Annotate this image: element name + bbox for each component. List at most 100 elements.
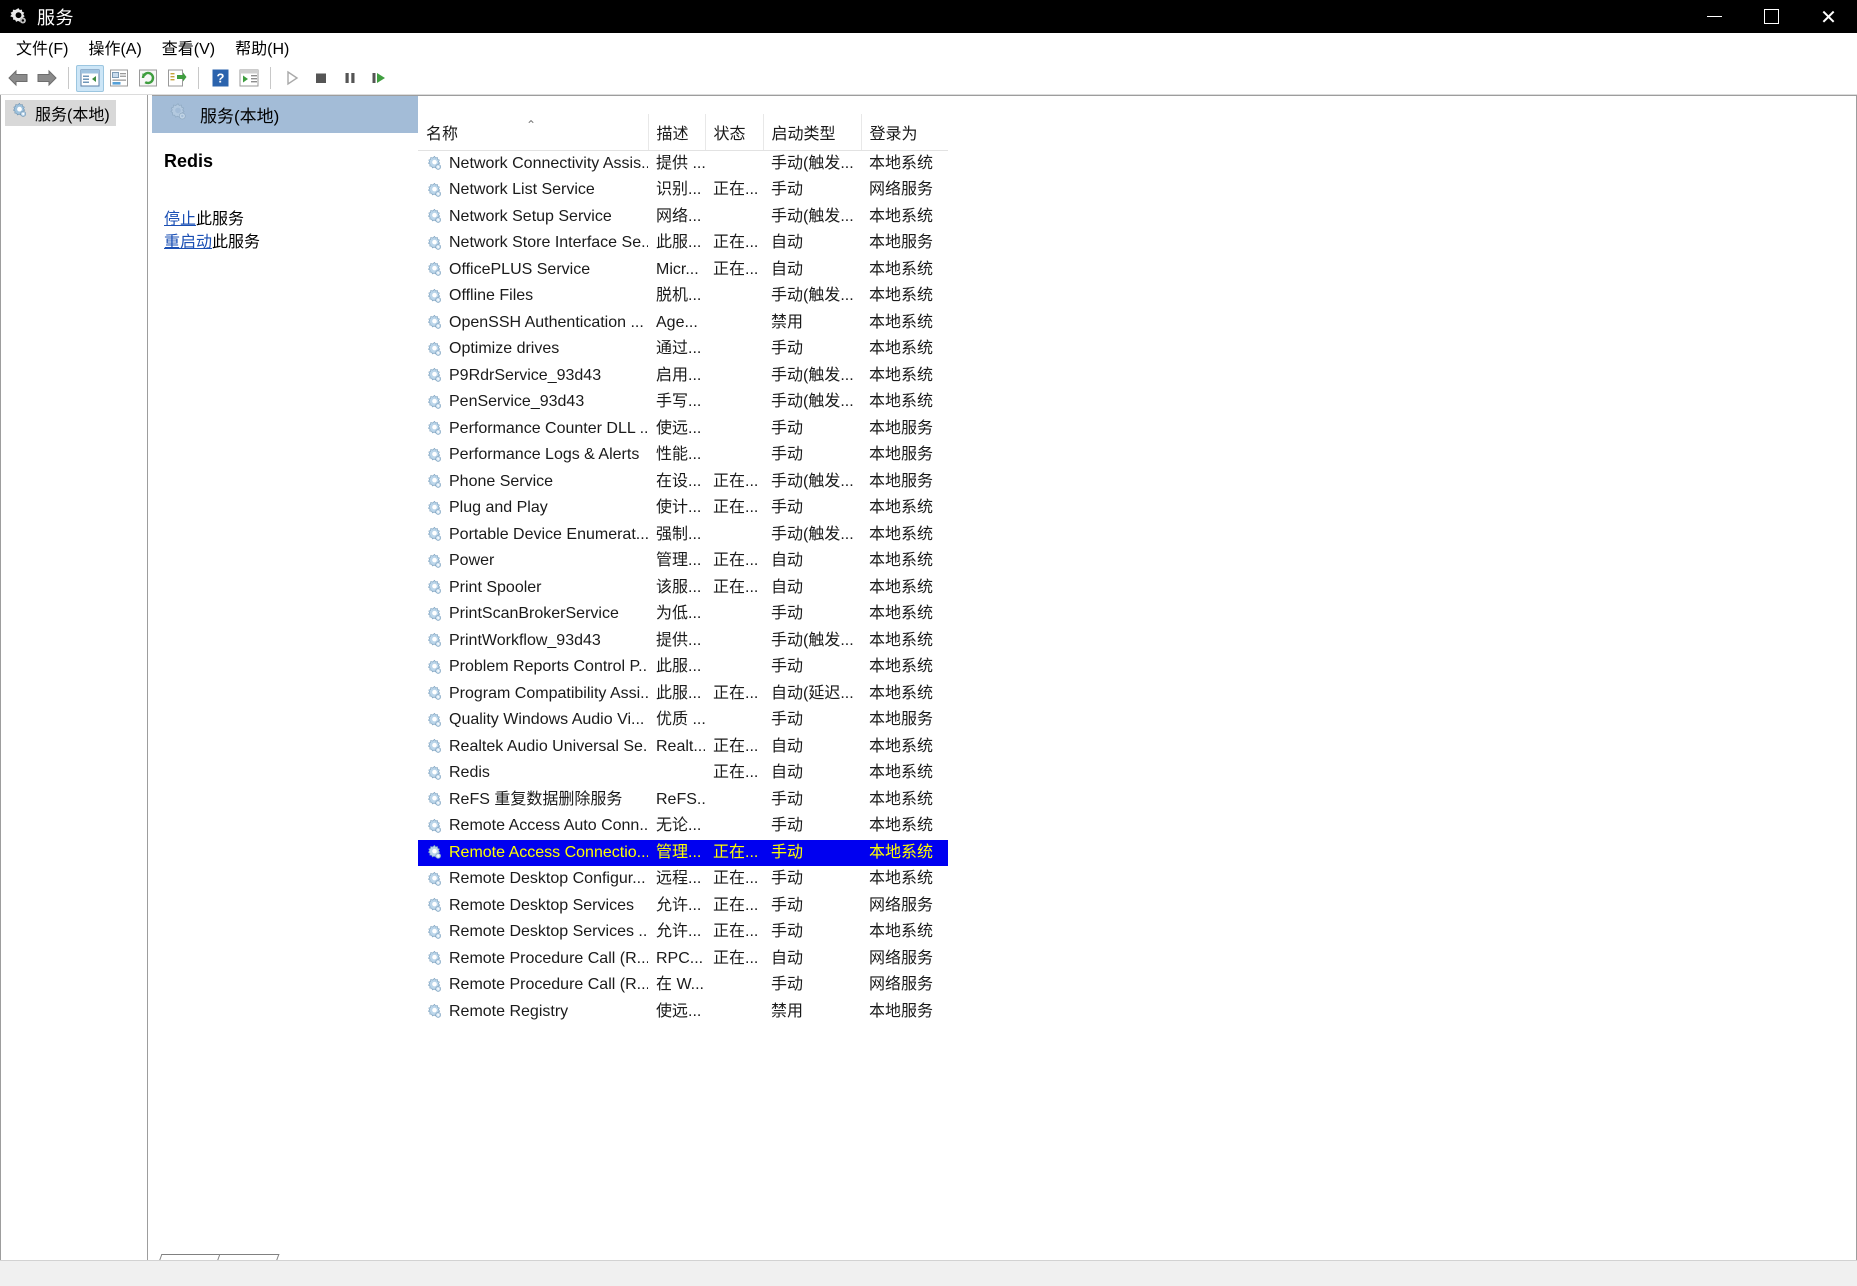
cell-description: 为低...	[656, 605, 702, 622]
cell-status	[705, 601, 763, 628]
sort-ascending-icon: ⌃	[526, 118, 537, 132]
cell-status: 正在...	[713, 234, 759, 251]
table-row[interactable]: Network List Service 识别... 正在... 手动 网络服务	[418, 177, 948, 204]
table-row[interactable]: Remote Procedure Call (R... RPC... 正在... 自动…	[418, 946, 948, 973]
help-button[interactable]: ?	[206, 65, 234, 92]
table-row[interactable]: Phone Service 在设... 正在... 手动(触发... 本地服务	[418, 469, 948, 496]
table-row[interactable]: Problem Reports Control P... 此服... 手动 本地系统	[418, 654, 948, 681]
table-row[interactable]: Performance Counter DLL ... 使远... 手动 本地服务	[418, 416, 948, 443]
table-row[interactable]: PrintScanBrokerService 为低... 手动 本地系统	[418, 601, 948, 628]
table-row[interactable]: Offline Files 脱机... 手动(触发... 本地系统	[418, 283, 948, 310]
menu-help[interactable]: 帮助(H)	[225, 32, 299, 62]
refresh-button[interactable]	[134, 65, 162, 92]
column-name[interactable]: 名称 ⌃	[418, 114, 649, 151]
cell-log-on-as: 本地系统	[869, 870, 934, 887]
export-list-button[interactable]	[163, 65, 191, 92]
cell-log-on-as: 本地系统	[869, 631, 934, 649]
cell-log-on-as: 本地服务	[869, 711, 934, 728]
cell-startup-type: 手动	[771, 896, 804, 914]
column-log-on-as[interactable]: 登录为	[861, 114, 948, 151]
cell-description: Age...	[656, 313, 698, 331]
cell-description: 提供...	[656, 631, 702, 649]
tree-item-services-local[interactable]: 服务(本地)	[5, 100, 116, 126]
cell-startup-type: 禁用	[771, 313, 804, 331]
table-row[interactable]: Remote Registry 使远... 禁用 本地服务	[418, 999, 948, 1026]
service-gear-icon	[427, 527, 441, 541]
column-status[interactable]: 状态	[705, 114, 764, 151]
cell-log-on-as: 本地系统	[861, 839, 948, 866]
table-row[interactable]: Network Setup Service 网络... 手动(触发... 本地系统	[418, 204, 948, 231]
table-row[interactable]: OfficePLUS Service Micr... 正在... 自动 本地系统	[418, 257, 948, 284]
table-row[interactable]: PrintWorkflow_93d43 提供... 手动(触发... 本地系统	[418, 628, 948, 655]
cell-description: 启用...	[656, 366, 702, 384]
properties-button[interactable]	[105, 65, 133, 92]
service-gear-icon	[427, 341, 441, 356]
table-row[interactable]: Print Spooler 该服... 正在... 自动 本地系统	[418, 575, 948, 602]
table-row[interactable]: P9RdrService_93d43 启用... 手动(触发... 本地系统	[418, 363, 948, 390]
restart-service-link[interactable]: 重启动	[164, 234, 212, 251]
cell-log-on-as: 本地系统	[869, 207, 934, 225]
cell-description: 在设...	[656, 472, 702, 490]
column-description[interactable]: 描述	[648, 114, 706, 151]
table-row[interactable]: Quality Windows Audio Vi... 优质 ... 手动 本地服务	[418, 707, 948, 734]
table-row[interactable]: Remote Desktop Configur... 远程... 正在... 手动 本地…	[418, 866, 948, 893]
cell-service-name: P9RdrService_93d43	[418, 363, 648, 390]
table-row[interactable]: Program Compatibility Assi... 此服... 正在... 自…	[418, 681, 948, 708]
show-hide-tree-button[interactable]	[76, 64, 104, 92]
table-row[interactable]: Plug and Play 使计... 正在... 手动 本地系统	[418, 495, 948, 522]
start-service-button[interactable]	[278, 65, 306, 92]
cell-description: 该服...	[656, 578, 702, 596]
close-button[interactable]: ✕	[1800, 0, 1857, 33]
table-row[interactable]: Network Store Interface Se... 此服... 正在... 自…	[418, 230, 948, 257]
cell-status	[705, 336, 763, 363]
cell-description: 此服...	[656, 658, 702, 675]
show-action-pane-button[interactable]	[235, 65, 263, 92]
table-row[interactable]: Realtek Audio Universal Se... Realt... 正在.…	[418, 734, 948, 761]
minimize-button[interactable]	[1686, 0, 1743, 33]
detail-pane-body: Redis 停止此服务 重启动此服务	[152, 133, 418, 1284]
cell-service-name: ReFS 重复数据删除服务	[418, 787, 648, 814]
service-gear-icon	[427, 288, 441, 303]
back-button[interactable]	[4, 65, 32, 92]
column-startup-type[interactable]: 启动类型	[763, 114, 862, 151]
cell-service-name: Redis	[418, 760, 648, 787]
selected-service-title: Redis	[164, 151, 214, 171]
table-row[interactable]: Portable Device Enumerat... 强制... 手动(触发...…	[418, 522, 948, 549]
cell-description: 使远...	[656, 419, 702, 437]
stop-service-button[interactable]	[307, 65, 335, 92]
stop-service-link[interactable]: 停止	[164, 211, 196, 228]
table-row[interactable]: OpenSSH Authentication ... Age... 禁用 本地系统	[418, 310, 948, 337]
maximize-button[interactable]	[1743, 0, 1800, 33]
table-row[interactable]: Performance Logs & Alerts 性能... 手动 本地服务	[418, 442, 948, 469]
cell-service-name: Portable Device Enumerat...	[418, 522, 648, 549]
service-gear-icon	[427, 792, 441, 806]
table-row[interactable]: Remote Procedure Call (R... 在 W... 手动 网络服务	[418, 972, 948, 999]
table-row[interactable]: PenService_93d43 手写... 手动(触发... 本地系统	[418, 389, 948, 416]
cell-startup-type: 手动(触发...	[771, 207, 854, 225]
service-name-label: OpenSSH Authentication ...	[449, 313, 644, 331]
cell-startup-type: 手动	[771, 181, 804, 198]
table-row[interactable]: Network Connectivity Assis... 提供 ... 手动(触发…	[418, 150, 948, 177]
cell-service-name: PrintWorkflow_93d43	[418, 628, 648, 655]
services-list-view[interactable]: 名称 ⌃ 描述 状态 启动类型 登录为 Network Connectivity…	[418, 114, 948, 1242]
menu-action[interactable]: 操作(A)	[78, 32, 151, 62]
table-row[interactable]: Remote Access Auto Conn... 无论... 手动 本地系统	[418, 813, 948, 840]
forward-button[interactable]	[33, 65, 61, 92]
service-name-label: Remote Desktop Services ...	[449, 923, 648, 940]
cell-service-name: Offline Files	[418, 283, 648, 310]
table-row[interactable]: Remote Desktop Services 允许... 正在... 手动 网络服务	[418, 893, 948, 920]
restart-service-button[interactable]	[365, 65, 393, 92]
cell-startup-type: 自动	[771, 234, 804, 251]
menu-file[interactable]: 文件(F)	[6, 32, 78, 62]
service-gear-icon	[427, 845, 441, 859]
pause-service-button[interactable]	[336, 65, 364, 92]
menu-view[interactable]: 查看(V)	[152, 32, 225, 62]
table-row[interactable]: Power 管理... 正在... 自动 本地系统	[418, 548, 948, 575]
table-row[interactable]: Redis 正在... 自动 本地系统	[418, 760, 948, 787]
service-gear-icon	[427, 315, 441, 329]
table-row[interactable]: Remote Access Connectio... 管理... 正在... 手动 本地…	[418, 839, 948, 866]
table-row[interactable]: ReFS 重复数据删除服务 ReFS... 手动 本地系统	[418, 787, 948, 814]
cell-description: 网络...	[656, 207, 702, 225]
table-row[interactable]: Remote Desktop Services ... 允许... 正在... 手动 本…	[418, 919, 948, 946]
table-row[interactable]: Optimize drives 通过... 手动 本地系统	[418, 336, 948, 363]
